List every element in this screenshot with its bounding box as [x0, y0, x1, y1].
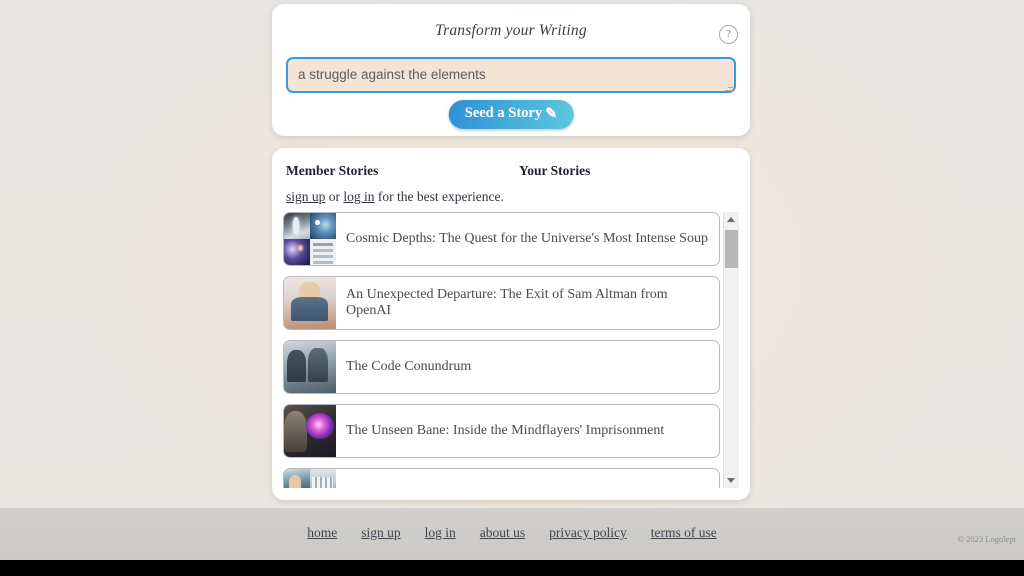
- bottom-black-bar: [0, 560, 1024, 576]
- stories-card: Member Stories Your Stories sign up or l…: [272, 148, 750, 500]
- list-item[interactable]: An Unexpected Departure: The Exit of Sam…: [283, 276, 720, 330]
- list-item[interactable]: The Code Conundrum: [283, 340, 720, 394]
- list-item[interactable]: Cosmic Depths: The Quest for the Univers…: [283, 212, 720, 266]
- footer-link-home[interactable]: home: [307, 525, 337, 540]
- two-developers-thumbnail: [284, 341, 336, 393]
- copyright-text: © 2023 Logolept: [957, 534, 1016, 544]
- notice-tail: for the best experience.: [374, 189, 504, 204]
- person-at-desk-thumbnail: [284, 277, 336, 329]
- list-item[interactable]: The Unseen Bane: Inside the Mindflayers'…: [283, 404, 720, 458]
- notice-sign-up-link[interactable]: sign up: [286, 189, 325, 204]
- quill-pen-icon: ✎: [545, 106, 558, 122]
- story-title: An Unexpected Departure: The Exit of Sam…: [346, 286, 668, 318]
- footer-links: home sign up log in about us privacy policy t…: [0, 525, 1024, 541]
- footer-link-log-in[interactable]: log in: [425, 525, 456, 540]
- story-prompt-input[interactable]: [286, 57, 736, 93]
- stories-list-wrapper: Cosmic Depths: The Quest for the Univers…: [283, 212, 739, 488]
- seed-a-story-button[interactable]: Seed a Story ✎: [448, 100, 574, 129]
- stories-scrollbar[interactable]: [723, 212, 739, 488]
- chevron-down-icon[interactable]: [724, 473, 739, 488]
- story-title: The Unseen Bane: Inside the Mindflayers'…: [346, 422, 665, 438]
- stories-list[interactable]: Cosmic Depths: The Quest for the Univers…: [283, 212, 720, 488]
- story-title: The Code Conundrum: [346, 358, 472, 374]
- list-item[interactable]: [283, 468, 720, 488]
- cosmic-collage-thumbnail: [284, 213, 336, 265]
- footer-link-about-us[interactable]: about us: [480, 525, 525, 540]
- page-title: Transform your Writing: [435, 22, 587, 39]
- chevron-up-icon[interactable]: [724, 212, 739, 227]
- seed-button-label: Seed a Story: [464, 105, 543, 121]
- help-circle-icon[interactable]: ?: [719, 25, 738, 44]
- scrollbar-thumb[interactable]: [725, 230, 738, 268]
- page-footer: home sign up log in about us privacy policy t…: [0, 508, 1024, 560]
- footer-link-sign-up[interactable]: sign up: [361, 525, 400, 540]
- signup-notice: sign up or log in for the best experienc…: [286, 189, 504, 205]
- stories-tabs: Member Stories Your Stories: [286, 163, 736, 183]
- tab-your-stories[interactable]: Your Stories: [519, 163, 590, 179]
- story-title: Cosmic Depths: The Quest for the Univers…: [346, 230, 708, 246]
- footer-link-terms-of-use[interactable]: terms of use: [651, 525, 717, 540]
- glowing-brain-thumbnail: [284, 405, 336, 457]
- prompt-card: Transform your Writing ? Seed a Story✎: [272, 4, 750, 136]
- notice-log-in-link[interactable]: log in: [343, 189, 374, 204]
- app-page: Transform your Writing ? Seed a Story✎ M…: [0, 0, 1024, 576]
- footer-link-privacy-policy[interactable]: privacy policy: [549, 525, 627, 540]
- building-collage-thumbnail: [284, 469, 336, 488]
- notice-conjunction: or: [325, 189, 344, 204]
- tab-member-stories[interactable]: Member Stories: [286, 163, 378, 179]
